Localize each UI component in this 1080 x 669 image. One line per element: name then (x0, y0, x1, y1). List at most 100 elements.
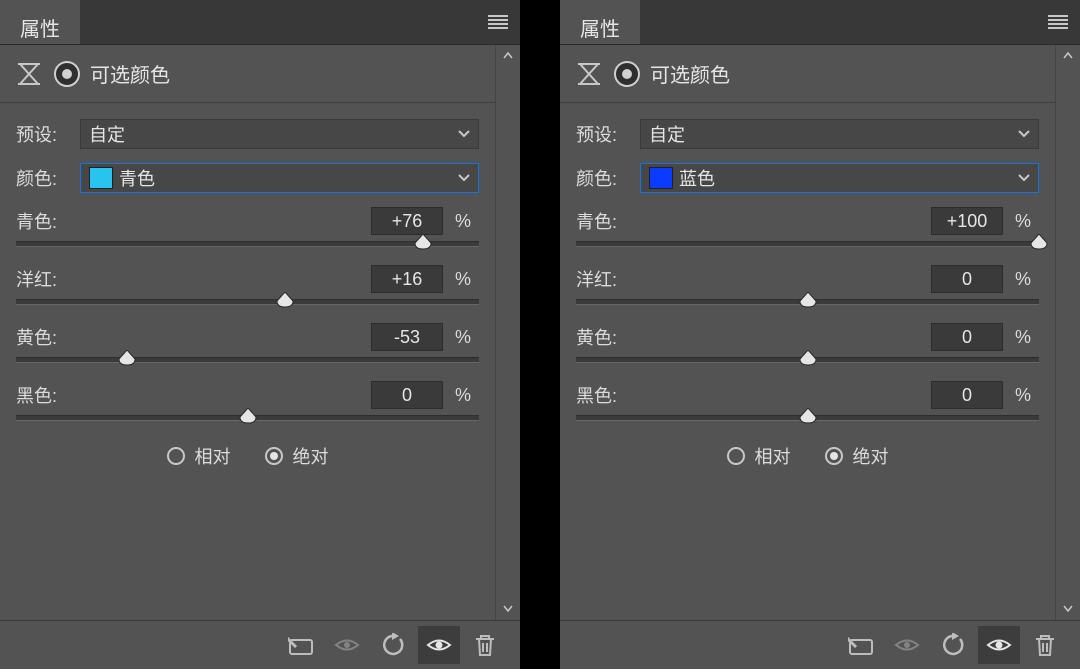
chevron-down-icon (1018, 130, 1030, 138)
preset-row: 预设: 自定 (576, 119, 1039, 149)
slider-0: 青色: % (576, 207, 1039, 247)
chevron-down-icon (1018, 174, 1030, 182)
slider-thumb[interactable] (799, 350, 817, 366)
scroll-down-icon[interactable] (496, 598, 520, 620)
method-absolute-label: 绝对 (853, 443, 889, 469)
tab-bar: 属性 (560, 0, 1080, 45)
preset-value: 自定 (89, 121, 125, 147)
slider-track[interactable] (576, 299, 1039, 305)
color-swatch (89, 167, 113, 189)
method-relative-radio[interactable]: 相对 (167, 443, 231, 469)
slider-track[interactable] (576, 241, 1039, 247)
slider-unit: % (455, 211, 479, 232)
view-previous-icon[interactable] (886, 626, 928, 664)
slider-label: 洋红: (16, 266, 371, 292)
toggle-visibility-icon[interactable] (418, 626, 460, 664)
slider-label: 青色: (16, 208, 371, 234)
slider-3: 黑色: % (16, 381, 479, 421)
slider-unit: % (1015, 327, 1039, 348)
scrollbar[interactable] (495, 45, 520, 620)
trash-icon[interactable] (1024, 626, 1066, 664)
slider-track[interactable] (576, 357, 1039, 363)
clip-to-layer-icon[interactable] (840, 626, 882, 664)
method-relative-label: 相对 (195, 443, 231, 469)
slider-track[interactable] (16, 241, 479, 247)
slider-thumb[interactable] (276, 292, 294, 308)
color-dropdown[interactable]: 青色 (80, 163, 479, 193)
color-row: 颜色: 蓝色 (576, 163, 1039, 193)
preset-dropdown[interactable]: 自定 (80, 119, 479, 149)
tab-bar: 属性 (0, 0, 520, 45)
slider-value-input[interactable] (371, 265, 443, 293)
toggle-visibility-icon[interactable] (978, 626, 1020, 664)
tab-properties[interactable]: 属性 (0, 0, 80, 44)
slider-thumb[interactable] (239, 408, 257, 424)
panel-footer (560, 620, 1080, 669)
color-value: 青色 (119, 165, 155, 191)
slider-label: 黑色: (16, 382, 371, 408)
panel-menu-icon[interactable] (476, 0, 520, 44)
adjustment-type-icon (574, 61, 604, 87)
slider-unit: % (455, 327, 479, 348)
color-swatch (649, 167, 673, 189)
chevron-down-icon (458, 130, 470, 138)
slider-value-input[interactable] (371, 207, 443, 235)
slider-track[interactable] (16, 357, 479, 363)
slider-thumb[interactable] (1030, 234, 1048, 250)
reset-icon[interactable] (932, 626, 974, 664)
slider-0: 青色: % (16, 207, 479, 247)
slider-2: 黄色: % (16, 323, 479, 363)
preset-row: 预设: 自定 (16, 119, 479, 149)
slider-thumb[interactable] (118, 350, 136, 366)
method-row: 相对 绝对 (16, 443, 479, 469)
slider-track[interactable] (16, 299, 479, 305)
color-value: 蓝色 (679, 165, 715, 191)
clip-to-layer-icon[interactable] (280, 626, 322, 664)
layer-mask-icon[interactable] (54, 61, 80, 87)
slider-value-input[interactable] (931, 265, 1003, 293)
scroll-up-icon[interactable] (496, 45, 520, 67)
color-dropdown[interactable]: 蓝色 (640, 163, 1039, 193)
slider-value-input[interactable] (371, 323, 443, 351)
method-relative-radio[interactable]: 相对 (727, 443, 791, 469)
slider-value-input[interactable] (931, 207, 1003, 235)
color-row: 颜色: 青色 (16, 163, 479, 193)
scrollbar[interactable] (1055, 45, 1080, 620)
slider-value-input[interactable] (371, 381, 443, 409)
preset-dropdown[interactable]: 自定 (640, 119, 1039, 149)
method-absolute-radio[interactable]: 绝对 (265, 443, 329, 469)
slider-1: 洋红: % (576, 265, 1039, 305)
scroll-up-icon[interactable] (1056, 45, 1080, 67)
method-absolute-label: 绝对 (293, 443, 329, 469)
adjustment-type-icon (14, 61, 44, 87)
preset-label: 预设: (16, 121, 70, 147)
chevron-down-icon (458, 174, 470, 182)
scroll-down-icon[interactable] (1056, 598, 1080, 620)
panel-menu-icon[interactable] (1036, 0, 1080, 44)
view-previous-icon[interactable] (326, 626, 368, 664)
method-relative-label: 相对 (755, 443, 791, 469)
method-row: 相对 绝对 (576, 443, 1039, 469)
tab-properties[interactable]: 属性 (560, 0, 640, 44)
color-label: 颜色: (16, 165, 70, 191)
tab-label: 属性 (580, 13, 620, 42)
slider-unit: % (1015, 385, 1039, 406)
slider-value-input[interactable] (931, 323, 1003, 351)
reset-icon[interactable] (372, 626, 414, 664)
trash-icon[interactable] (464, 626, 506, 664)
adjustment-title-row: 可选颜色 (0, 45, 495, 102)
layer-mask-icon[interactable] (614, 61, 640, 87)
slider-track[interactable] (576, 415, 1039, 421)
preset-value: 自定 (649, 121, 685, 147)
slider-unit: % (1015, 211, 1039, 232)
color-label: 颜色: (576, 165, 630, 191)
panel-footer (0, 620, 520, 669)
slider-value-input[interactable] (931, 381, 1003, 409)
slider-thumb[interactable] (414, 234, 432, 250)
slider-track[interactable] (16, 415, 479, 421)
method-absolute-radio[interactable]: 绝对 (825, 443, 889, 469)
preset-label: 预设: (576, 121, 630, 147)
slider-thumb[interactable] (799, 408, 817, 424)
slider-thumb[interactable] (799, 292, 817, 308)
slider-label: 黄色: (16, 324, 371, 350)
